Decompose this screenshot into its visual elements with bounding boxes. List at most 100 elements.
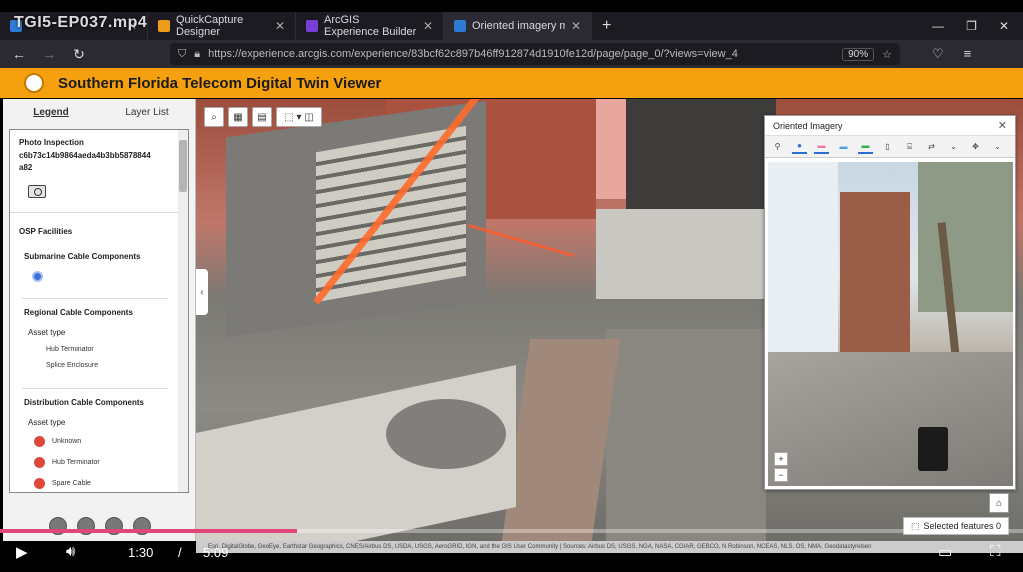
video-controls: ▶ 🔊︎ 1:30 / 5:09 ▭ ⛶	[0, 533, 1023, 572]
legend-hub-terminator-2: Hub Terminator	[52, 459, 100, 466]
menu-icon[interactable]: ≡	[964, 46, 972, 62]
browser-tab-bar: ✕ QuickCapture Designer ✕ ArcGIS Experie…	[0, 12, 1023, 40]
app-logo	[24, 73, 44, 93]
tab-legend[interactable]: Legend	[3, 107, 99, 118]
browser-tab-2[interactable]: QuickCapture Designer ✕	[148, 12, 296, 40]
zoom-out-icon[interactable]: −	[774, 468, 788, 482]
url-text: https://experience.arcgis.com/experience…	[208, 48, 738, 60]
tab-favicon	[306, 20, 318, 32]
forward-arrow-icon[interactable]: →	[40, 46, 58, 62]
collapse-panel-button[interactable]: ‹	[196, 269, 208, 315]
legend-osp-facilities: OSP Facilities	[19, 227, 73, 236]
address-bar[interactable]: ⛉ 🔒︎ https://experience.arcgis.com/exper…	[170, 43, 900, 65]
video-duration: 5:09	[203, 545, 229, 560]
swap-icon[interactable]: ⇄	[924, 140, 939, 154]
legend-container: Photo Inspection c6b73c14b9864aeda4b3bb5…	[9, 129, 189, 493]
tab-label: ArcGIS Experience Builder	[324, 14, 417, 38]
browser-tab-3[interactable]: ArcGIS Experience Builder ✕	[296, 12, 444, 40]
app-header: Southern Florida Telecom Digital Twin Vi…	[0, 68, 1023, 98]
move-icon[interactable]: ✥	[968, 140, 983, 154]
close-window-icon[interactable]: ✕	[999, 19, 1009, 33]
close-icon[interactable]: ✕	[998, 119, 1007, 132]
divider	[10, 212, 180, 213]
oriented-imagery-toolbar: ⚲ ● ▬ ▬ ▬ ▯ ⌸ ⇄ ⌄ ✥ ⌄	[765, 136, 1015, 158]
pink-symbol-icon[interactable]: ▬	[814, 140, 829, 154]
spare-cable-symbol-icon	[34, 478, 45, 489]
browser-nav-bar: ← → ↻ ⛉ 🔒︎ https://experience.arcgis.com…	[0, 40, 1023, 68]
legend-submarine: Submarine Cable Components	[24, 252, 141, 261]
play-icon[interactable]: ▶	[16, 543, 28, 561]
restore-icon[interactable]: ❐	[966, 19, 977, 33]
volume-icon[interactable]: 🔊︎	[66, 543, 75, 560]
building-wall	[501, 339, 621, 541]
oriented-imagery-header: Oriented Imagery ✕	[765, 116, 1015, 136]
legend-spare-cable: Spare Cable	[52, 480, 91, 487]
tab-favicon	[158, 20, 170, 32]
legend-scrollbar[interactable]	[178, 130, 188, 492]
lock-icon: 🔒︎	[194, 47, 201, 60]
white-building	[768, 162, 838, 362]
new-tab-button[interactable]: +	[592, 17, 621, 35]
tree-canopy	[918, 162, 1013, 312]
divider	[22, 298, 168, 299]
legend-photo-title: Photo Inspection	[19, 138, 84, 147]
toolbar-right: ♡ ≡	[932, 46, 971, 62]
left-panel: Legend Layer List Photo Inspection c6b73…	[3, 99, 196, 541]
fullscreen-icon[interactable]: ⛶	[990, 543, 1001, 560]
scroll-thumb[interactable]	[179, 140, 187, 192]
zoom-in-icon[interactable]: +	[774, 452, 788, 466]
brick-building	[840, 192, 910, 352]
panel-tabs: Legend Layer List	[3, 99, 195, 125]
oriented-image[interactable]: + −	[768, 162, 1013, 486]
basemap-icon[interactable]: ▤	[252, 107, 272, 127]
tab-label: QuickCapture Designer	[176, 14, 244, 38]
browser-tab-4[interactable]: Oriented imagery meets field d ✕	[444, 12, 592, 40]
green-symbol-icon[interactable]: ▬	[858, 140, 873, 154]
back-arrow-icon[interactable]: ←	[10, 46, 28, 62]
app-title: Southern Florida Telecom Digital Twin Vi…	[58, 74, 382, 92]
submarine-symbol-icon	[32, 271, 43, 282]
legend-asset-type-2: Asset type	[28, 418, 66, 427]
search-icon[interactable]: ⌕	[204, 107, 224, 127]
bookmark-star-icon[interactable]: ☆	[882, 48, 892, 61]
oriented-imagery-title: Oriented Imagery	[773, 120, 843, 131]
time-separator: /	[178, 545, 182, 560]
tab-label: Oriented imagery meets field d	[472, 20, 565, 32]
pocket-icon[interactable]: ♡	[932, 46, 944, 62]
blue-dot-icon[interactable]: ●	[792, 140, 807, 154]
close-tab-icon[interactable]: ✕	[275, 19, 285, 33]
reload-icon[interactable]: ↻	[70, 46, 88, 63]
legend-unknown: Unknown	[52, 438, 82, 445]
video-title: TGI5-EP037.mp4	[14, 14, 148, 31]
trash-can	[918, 427, 948, 471]
document-icon[interactable]: ▯	[880, 140, 895, 154]
manhole	[386, 399, 506, 469]
legend-splice-enclosure: Splice Enclosure	[46, 362, 99, 369]
legend-asset-type: Asset type	[28, 328, 66, 337]
minimize-icon[interactable]: —	[932, 19, 944, 33]
qr-select-icon[interactable]: ▦	[228, 107, 248, 127]
chevron-down-icon[interactable]: ⌄	[990, 140, 1005, 154]
chevron-down-icon[interactable]: ⌄	[946, 140, 961, 154]
tab-favicon	[454, 20, 466, 32]
tab-layer-list[interactable]: Layer List	[99, 107, 195, 118]
street	[768, 352, 1013, 486]
legend-distribution: Distribution Cable Components	[24, 398, 144, 407]
home-icon[interactable]: ⌂	[989, 493, 1009, 513]
camera-icon[interactable]: ⌸	[902, 140, 917, 154]
zoom-level[interactable]: 90%	[842, 47, 875, 61]
pin-icon[interactable]: ⚲	[770, 140, 785, 154]
picture-in-picture-icon[interactable]: ▭	[938, 543, 952, 561]
oriented-imagery-widget: Oriented Imagery ✕ ⚲ ● ▬ ▬ ▬ ▯ ⌸ ⇄ ⌄ ✥ ⌄…	[764, 115, 1016, 490]
building-roof	[596, 209, 766, 299]
legend-photo-id-cont: a82	[19, 163, 33, 172]
legend-hub-terminator: Hub Terminator	[46, 346, 94, 353]
select-tool-icon[interactable]: ⬚ ▾ ◫	[276, 107, 322, 127]
divider	[22, 388, 168, 389]
unknown-symbol-icon	[34, 436, 45, 447]
blue-symbol-icon[interactable]: ▬	[836, 140, 851, 154]
shield-icon: ⛉	[178, 47, 187, 60]
close-tab-icon[interactable]: ✕	[571, 19, 581, 33]
scene-toolbar: ⌕ ▦ ▤ ⬚ ▾ ◫	[204, 107, 322, 127]
close-tab-icon[interactable]: ✕	[423, 19, 433, 33]
